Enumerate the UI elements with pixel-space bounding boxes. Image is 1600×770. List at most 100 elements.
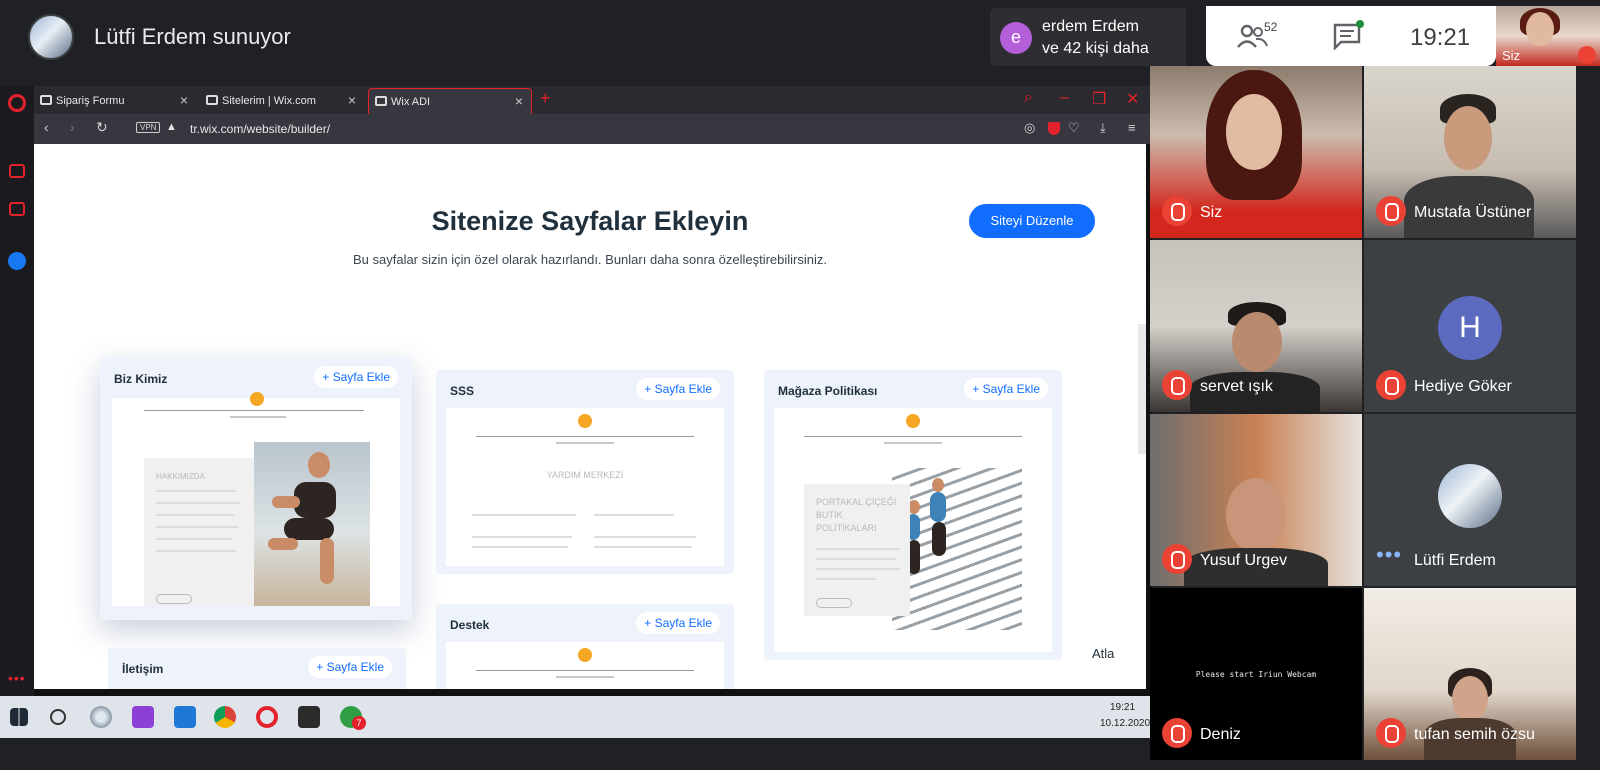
- participant-tile[interactable]: Mustafa Üstüner: [1364, 66, 1576, 238]
- search-icon[interactable]: [50, 709, 66, 725]
- runner-shorts: [284, 518, 334, 540]
- not-secure-icon[interactable]: ▲: [166, 121, 177, 133]
- self-thumb-face: [1526, 12, 1554, 46]
- add-page-button[interactable]: + Sayfa Ekle: [636, 612, 720, 634]
- page-card-biz-kimiz[interactable]: Biz Kimiz + Sayfa Ekle HAKKIMIZDA: [100, 358, 412, 620]
- more-dots-icon[interactable]: •••: [8, 670, 26, 686]
- edit-site-button[interactable]: Siteyi Düzenle: [969, 204, 1095, 238]
- preview-text-line: [594, 546, 692, 548]
- tab-wix-adi[interactable]: Wix ADI ×: [368, 88, 532, 114]
- add-page-button[interactable]: + Sayfa Ekle: [636, 378, 720, 400]
- forward-icon[interactable]: ›: [70, 119, 75, 135]
- windows-start-icon[interactable]: [10, 708, 28, 726]
- tab-label: Sitelerim | Wix.com: [222, 95, 316, 107]
- tab-close-icon[interactable]: ×: [515, 93, 523, 109]
- onenote-icon[interactable]: [132, 706, 154, 728]
- card-title: SSS: [450, 384, 475, 398]
- preview-nav: [556, 442, 614, 444]
- adblock-shield-icon[interactable]: [1048, 122, 1060, 135]
- joiner-others: ve 42 kişi daha: [1042, 40, 1149, 57]
- tab-close-icon[interactable]: ×: [180, 92, 188, 108]
- participant-tile[interactable]: Please start Iriun Webcam Deniz: [1150, 588, 1362, 760]
- self-view-thumbnail[interactable]: Siz: [1496, 6, 1600, 66]
- page-preview: HAKKIMIZDA: [112, 392, 400, 606]
- page-scrollbar[interactable]: [1138, 324, 1146, 454]
- participant-face: [1444, 106, 1492, 170]
- add-page-button[interactable]: + Sayfa Ekle: [308, 656, 392, 678]
- heart-icon[interactable]: ♡: [1068, 120, 1080, 136]
- preview-text-line: [816, 568, 900, 570]
- tab-sitelerim[interactable]: Sitelerim | Wix.com ×: [200, 88, 364, 114]
- system-app-icon[interactable]: [90, 706, 112, 728]
- card-title: Destek: [450, 618, 490, 632]
- tab-siparis-formu[interactable]: Sipariş Formu ×: [34, 88, 196, 114]
- participant-tile[interactable]: servet ışık: [1150, 240, 1362, 412]
- runner-head: [308, 452, 330, 478]
- page-card-sss[interactable]: SSS + Sayfa Ekle YARDIM MERKEZİ: [436, 370, 734, 574]
- messenger-icon[interactable]: [8, 252, 26, 270]
- add-page-button[interactable]: + Sayfa Ekle: [964, 378, 1048, 400]
- chrome-icon[interactable]: [214, 706, 236, 728]
- menu-icon[interactable]: ≡: [1128, 120, 1136, 135]
- preview-text-line: [594, 536, 696, 538]
- skip-link[interactable]: Atla: [1092, 646, 1114, 661]
- mic-off-icon: [1162, 370, 1192, 400]
- preview-photo: [892, 468, 1022, 630]
- tab-label: Wix ADI: [391, 96, 431, 108]
- page-card-iletisim[interactable]: İletişim + Sayfa Ekle: [108, 648, 406, 689]
- reload-icon[interactable]: ↻: [96, 119, 108, 136]
- runner-leg: [320, 538, 334, 584]
- opera-logo-icon[interactable]: [8, 94, 26, 112]
- presenter-avatar: [28, 14, 74, 60]
- participant-avatar: [1438, 464, 1502, 528]
- url-field[interactable]: tr.wix.com/website/builder/: [190, 122, 330, 136]
- participant-name: Mustafa Üstüner: [1414, 204, 1532, 221]
- participant-tile[interactable]: Yusuf Urgev: [1150, 414, 1362, 586]
- back-icon[interactable]: ‹: [44, 119, 49, 135]
- preview-text-line: [156, 538, 232, 540]
- messaging-app-icon[interactable]: 7: [340, 706, 366, 730]
- preview-heading: YARDIM MERKEZİ: [546, 470, 624, 480]
- page-card-magaza-politikasi[interactable]: Mağaza Politikası + Sayfa Ekle PORTAKAL …: [764, 370, 1062, 660]
- download-icon[interactable]: ⤓: [1100, 120, 1106, 136]
- participant-face: [1452, 676, 1488, 722]
- add-page-button[interactable]: + Sayfa Ekle: [314, 366, 398, 388]
- page-card-destek[interactable]: Destek + Sayfa Ekle: [436, 604, 734, 689]
- runner-arm: [272, 496, 300, 508]
- preview-divider: [804, 436, 1022, 437]
- participant-tile[interactable]: Siz: [1150, 66, 1362, 238]
- participant-name: Yusuf Urgev: [1200, 552, 1288, 569]
- preview-heading: PORTAKAL ÇİÇEĞİ BUTİK POLİTİKALARI: [816, 497, 897, 533]
- tab-close-icon[interactable]: ×: [348, 92, 356, 108]
- address-bar: ‹ › ↻ VPN ▲ tr.wix.com/website/builder/ …: [34, 114, 1152, 144]
- bag-icon[interactable]: [9, 202, 25, 216]
- gamepad-icon[interactable]: [9, 164, 25, 178]
- search-tabs-icon[interactable]: ⌕: [1024, 89, 1033, 107]
- restore-icon[interactable]: ❐: [1092, 89, 1106, 109]
- joiner-name: erdem Erdem: [1042, 18, 1139, 35]
- preview-text-line: [156, 550, 236, 552]
- shared-screen: ••• Sipariş Formu × Sitelerim | Wix.com …: [0, 86, 1152, 738]
- people-count: 52: [1264, 20, 1278, 34]
- sticky-notes-icon[interactable]: [298, 706, 320, 728]
- vpn-badge[interactable]: VPN: [136, 122, 161, 133]
- preview-text-line: [472, 536, 572, 538]
- participant-avatar: H: [1438, 296, 1502, 360]
- joiner-avatar: e: [1000, 22, 1032, 54]
- join-notification[interactable]: e erdem Erdem ve 42 kişi daha: [990, 8, 1186, 66]
- opera-icon[interactable]: [256, 706, 278, 728]
- logo-dot: [906, 414, 920, 428]
- participant-name: Lütfi Erdem: [1414, 552, 1496, 569]
- minimize-icon[interactable]: –: [1060, 89, 1069, 107]
- logo-dot: [250, 392, 264, 406]
- mail-icon[interactable]: [174, 706, 196, 728]
- preview-nav: [230, 416, 286, 418]
- participant-tile[interactable]: ••• Lütfi Erdem: [1364, 414, 1576, 586]
- new-tab-button[interactable]: +: [540, 88, 551, 109]
- webcam-status-text: Please start Iriun Webcam: [1195, 670, 1317, 679]
- participant-tile[interactable]: tufan semih özsu: [1364, 588, 1576, 760]
- close-window-icon[interactable]: ✕: [1126, 89, 1139, 109]
- preview-text-line: [156, 502, 240, 504]
- snapshot-icon[interactable]: ◎: [1024, 120, 1035, 136]
- participant-tile[interactable]: H Hediye Göker: [1364, 240, 1576, 412]
